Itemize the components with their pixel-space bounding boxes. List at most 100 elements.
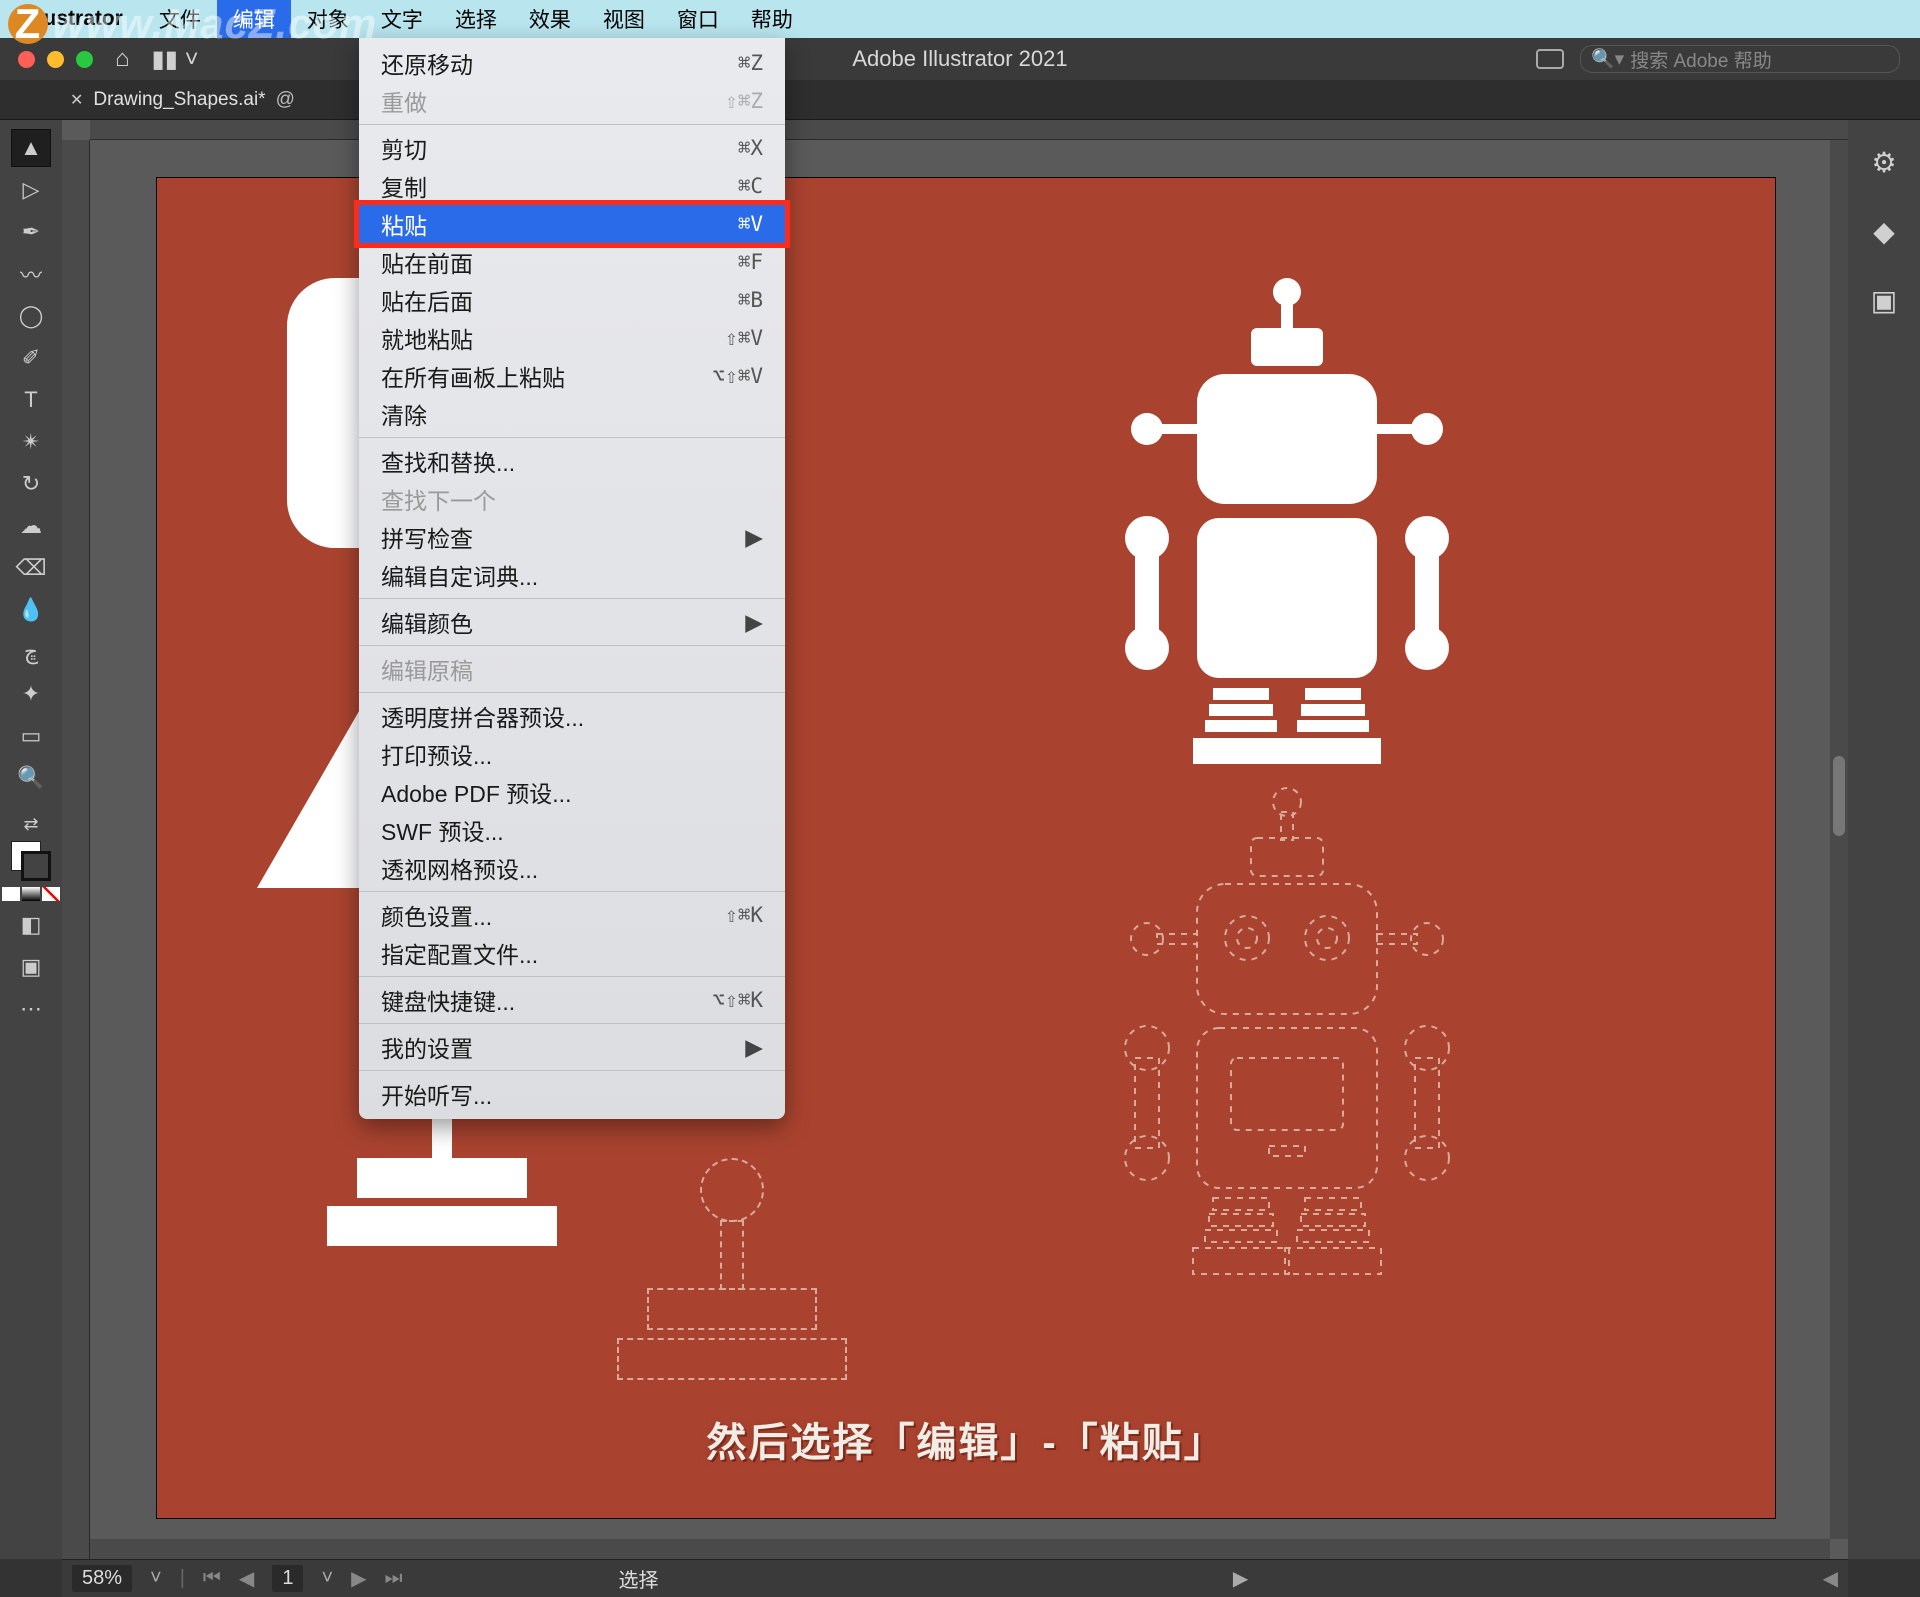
swap-fill-stroke-icon[interactable]: ⇄ <box>23 814 38 835</box>
menu-item-清除[interactable]: 清除 <box>359 395 785 433</box>
close-window[interactable] <box>18 51 35 68</box>
menu-item-剪切[interactable]: 剪切⌘X <box>359 129 785 167</box>
cloud-tool[interactable]: ☁ <box>12 508 50 544</box>
menu-视图[interactable]: 视图 <box>587 0 661 38</box>
menu-item-shortcut: ⇧⌘V <box>725 326 763 350</box>
scrollbar-vertical[interactable] <box>1830 140 1848 1539</box>
menu-item-label: 拼写检查 <box>381 520 473 554</box>
help-search[interactable]: 🔍▾ 搜索 Adobe 帮助 <box>1580 45 1900 73</box>
menu-item-label: 粘贴 <box>381 207 427 241</box>
menu-item-颜色设置...[interactable]: 颜色设置...⇧⌘K <box>359 896 785 934</box>
eyedropper-tool[interactable]: 💧 <box>12 592 50 628</box>
maximize-window[interactable] <box>76 51 93 68</box>
menu-item-SWF 预设...[interactable]: SWF 预设... <box>359 811 785 849</box>
menu-item-还原移动[interactable]: 还原移动⌘Z <box>359 44 785 82</box>
menu-item-指定配置文件...[interactable]: 指定配置文件... <box>359 934 785 972</box>
menu-选择[interactable]: 选择 <box>439 0 513 38</box>
blend-tool[interactable]: ڇ <box>12 634 50 670</box>
menu-窗口[interactable]: 窗口 <box>661 0 735 38</box>
menu-item-label: 清除 <box>381 397 427 431</box>
menu-item-label: 键盘快捷键... <box>381 983 515 1017</box>
menu-item-透视网格预设...[interactable]: 透视网格预设... <box>359 849 785 887</box>
shape-robot-solid[interactable] <box>1037 268 1537 793</box>
scrollbar-horizontal[interactable] <box>90 1539 1830 1559</box>
instruction-caption: 然后选择「编辑」-「粘贴」 <box>157 1410 1775 1468</box>
menu-帮助[interactable]: 帮助 <box>735 0 809 38</box>
menu-item-查找下一个: 查找下一个 <box>359 480 785 518</box>
nav-next-icon[interactable]: ▶ <box>351 1566 366 1591</box>
tab-label: Drawing_Shapes.ai* <box>93 89 265 111</box>
shape-joystick-selection-outline[interactable] <box>617 1158 847 1380</box>
menu-item-我的设置[interactable]: 我的设置▶ <box>359 1028 785 1066</box>
artboard-tool[interactable]: ▭ <box>12 718 50 754</box>
menu-item-label: 指定配置文件... <box>381 936 538 970</box>
more-tools-icon[interactable] <box>12 991 50 1027</box>
type-tool[interactable]: T <box>12 382 50 418</box>
menu-item-编辑原稿: 编辑原稿 <box>359 650 785 688</box>
menu-item-复制[interactable]: 复制⌘C <box>359 167 785 205</box>
shape-robot-selection-outline[interactable] <box>1037 778 1537 1303</box>
menu-item-编辑自定词典...[interactable]: 编辑自定词典... <box>359 556 785 594</box>
document-tab[interactable]: ✕ Drawing_Shapes.ai* @ <box>70 89 295 111</box>
canvas-area[interactable]: 然后选择「编辑」-「粘贴」 <box>62 120 1848 1559</box>
libraries-icon[interactable]: ▣ <box>1871 284 1897 317</box>
artboard-dropdown-icon[interactable]: ˅ <box>321 1567 333 1590</box>
menu-item-Adobe PDF 预设...[interactable]: Adobe PDF 预设... <box>359 773 785 811</box>
selection-tool[interactable]: ▲ <box>12 130 50 166</box>
draw-mode-icon[interactable]: ◧ <box>12 907 50 943</box>
menu-item-label: 剪切 <box>381 131 427 165</box>
close-tab-icon[interactable]: ✕ <box>70 90 83 110</box>
menu-item-label: 贴在前面 <box>381 245 473 279</box>
pen-tool[interactable]: ✒ <box>12 214 50 250</box>
ellipse-tool[interactable]: ◯ <box>12 298 50 334</box>
menu-item-在所有画板上粘贴[interactable]: 在所有画板上粘贴⌥⇧⌘V <box>359 357 785 395</box>
color-mode-row[interactable] <box>2 887 60 901</box>
edit-menu-dropdown: 还原移动⌘Z重做⇧⌘Z剪切⌘X复制⌘C粘贴⌘V贴在前面⌘F贴在后面⌘B就地粘贴⇧… <box>359 38 785 1119</box>
zoom-level[interactable]: 58% <box>72 1565 132 1592</box>
curvature-tool[interactable]: 〰 <box>12 256 50 292</box>
artboard-number[interactable]: 1 <box>272 1565 303 1592</box>
menu-item-label: 就地粘贴 <box>381 321 473 355</box>
eraser-tool[interactable]: ⌫ <box>12 550 50 586</box>
minimize-window[interactable] <box>47 51 64 68</box>
scroll-left-icon[interactable]: ◀ <box>1823 1566 1838 1591</box>
zoom-dropdown-icon[interactable]: ˅ <box>150 1567 162 1590</box>
menu-item-查找和替换...[interactable]: 查找和替换... <box>359 442 785 480</box>
direct-selection-tool[interactable]: ▷ <box>12 172 50 208</box>
nav-prev-icon[interactable]: ◀ <box>239 1566 254 1591</box>
menu-item-开始听写...[interactable]: 开始听写... <box>359 1075 785 1113</box>
menu-item-label: 透明度拼合器预设... <box>381 699 584 733</box>
menu-item-label: 复制 <box>381 169 427 203</box>
menu-item-拼写检查[interactable]: 拼写检查 ▶ <box>359 518 785 556</box>
symbol-tool[interactable]: ✦ <box>12 676 50 712</box>
menu-item-透明度拼合器预设...[interactable]: 透明度拼合器预设... <box>359 697 785 735</box>
doc-arrange-icon[interactable]: ▮▮ ˅ <box>152 45 199 74</box>
menu-item-编辑颜色[interactable]: 编辑颜色▶ <box>359 603 785 641</box>
nav-first-icon[interactable]: ⏮ <box>203 1567 221 1590</box>
home-icon[interactable]: ⌂ <box>115 45 130 73</box>
wand-tool[interactable]: ✴ <box>12 424 50 460</box>
rotate-tool[interactable]: ↻ <box>12 466 50 502</box>
status-play-icon[interactable]: ▶ <box>1233 1566 1248 1591</box>
nav-last-icon[interactable]: ⏭ <box>385 1567 403 1590</box>
menu-item-贴在后面[interactable]: 贴在后面⌘B <box>359 281 785 319</box>
fill-stroke-swatch[interactable] <box>11 841 51 881</box>
submenu-arrow-icon: ▶ <box>745 524 763 551</box>
menu-效果[interactable]: 效果 <box>513 0 587 38</box>
screen-mode-icon[interactable] <box>1536 49 1564 69</box>
properties-icon[interactable]: ⚙ <box>1871 146 1896 179</box>
zoom-tool[interactable]: 🔍 <box>12 760 50 796</box>
menu-item-shortcut: ⌘V <box>738 212 763 236</box>
menu-item-键盘快捷键...[interactable]: 键盘快捷键...⌥⇧⌘K <box>359 981 785 1019</box>
screen-mode-icon-2[interactable]: ▣ <box>12 949 50 985</box>
paintbrush-tool[interactable]: ✐ <box>12 340 50 376</box>
menu-item-就地粘贴[interactable]: 就地粘贴 ⇧⌘V <box>359 319 785 357</box>
menu-item-label: 打印预设... <box>381 737 492 771</box>
menu-item-打印预设...[interactable]: 打印预设... <box>359 735 785 773</box>
menu-item-shortcut: ⌘B <box>738 288 763 312</box>
status-mode: 选择 <box>619 1564 659 1593</box>
menu-item-label: 编辑原稿 <box>381 652 473 686</box>
menu-item-粘贴[interactable]: 粘贴 ⌘V <box>359 205 785 243</box>
layers-icon[interactable]: ◆ <box>1873 215 1895 248</box>
menu-item-贴在前面[interactable]: 贴在前面⌘F <box>359 243 785 281</box>
